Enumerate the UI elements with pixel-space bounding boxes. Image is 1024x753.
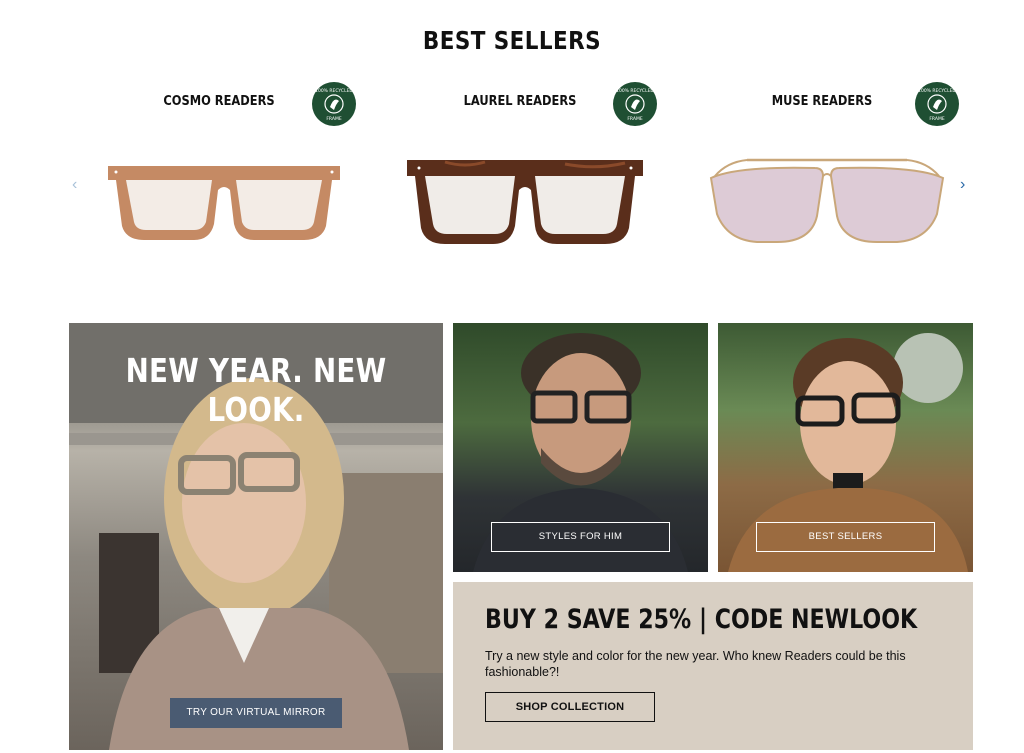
- product-name[interactable]: COSMO READERS: [91, 94, 346, 109]
- virtual-mirror-hero[interactable]: NEW YEAR. NEW LOOK. TRY OUR VIRTUAL MIRR…: [69, 323, 443, 750]
- section-title: BEST SELLERS: [422, 26, 602, 55]
- svg-text:100% RECYCLED: 100% RECYCLED: [616, 88, 654, 94]
- styles-for-him-button[interactable]: STYLES FOR HIM: [491, 522, 670, 552]
- best-sellers-tile[interactable]: BEST SELLERS: [718, 323, 973, 572]
- carousel-next-button[interactable]: ›: [960, 176, 965, 194]
- glasses-image[interactable]: [707, 154, 947, 249]
- svg-text:100% RECYCLED: 100% RECYCLED: [315, 88, 353, 94]
- best-sellers-button[interactable]: BEST SELLERS: [756, 522, 935, 552]
- svg-text:FRAME: FRAME: [627, 116, 642, 122]
- styles-for-him-tile[interactable]: STYLES FOR HIM: [453, 323, 708, 572]
- product-name[interactable]: LAUREL READERS: [392, 94, 647, 109]
- glasses-image[interactable]: [405, 154, 645, 249]
- recycled-badge-icon: 100% RECYCLED FRAME: [613, 82, 657, 126]
- virtual-mirror-button[interactable]: TRY OUR VIRTUAL MIRROR: [170, 698, 342, 728]
- chevron-right-icon: ›: [960, 176, 966, 193]
- promo-text: Try a new style and color for the new ye…: [485, 649, 906, 679]
- svg-text:FRAME: FRAME: [326, 116, 341, 122]
- glasses-image[interactable]: [104, 154, 344, 249]
- carousel-prev-button[interactable]: ‹: [72, 176, 77, 194]
- product-card-cosmo[interactable]: COSMO READERS 100% RECYCLED FRAME: [74, 76, 364, 266]
- product-name[interactable]: MUSE READERS: [694, 94, 949, 109]
- svg-text:100% RECYCLED: 100% RECYCLED: [918, 88, 956, 94]
- product-card-muse[interactable]: MUSE READERS 100% RECYCLED FRAME: [677, 76, 967, 266]
- recycled-badge-icon: 100% RECYCLED FRAME: [312, 82, 356, 126]
- recycled-badge-icon: 100% RECYCLED FRAME: [915, 82, 959, 126]
- best-sellers-carousel: COSMO READERS 100% RECYCLED FRAME LAUREL…: [60, 76, 980, 266]
- shop-collection-button[interactable]: SHOP COLLECTION: [485, 692, 655, 722]
- promo-banner: BUY 2 SAVE 25% | CODE NEWLOOK Try a new …: [453, 582, 973, 750]
- product-card-laurel[interactable]: LAUREL READERS 100% RECYCLED FRAME: [375, 76, 665, 266]
- promo-heading: BUY 2 SAVE 25% | CODE NEWLOOK: [485, 604, 918, 635]
- hero-heading: NEW YEAR. NEW LOOK.: [125, 351, 387, 429]
- chevron-left-icon: ‹: [72, 176, 78, 193]
- svg-text:FRAME: FRAME: [929, 116, 944, 122]
